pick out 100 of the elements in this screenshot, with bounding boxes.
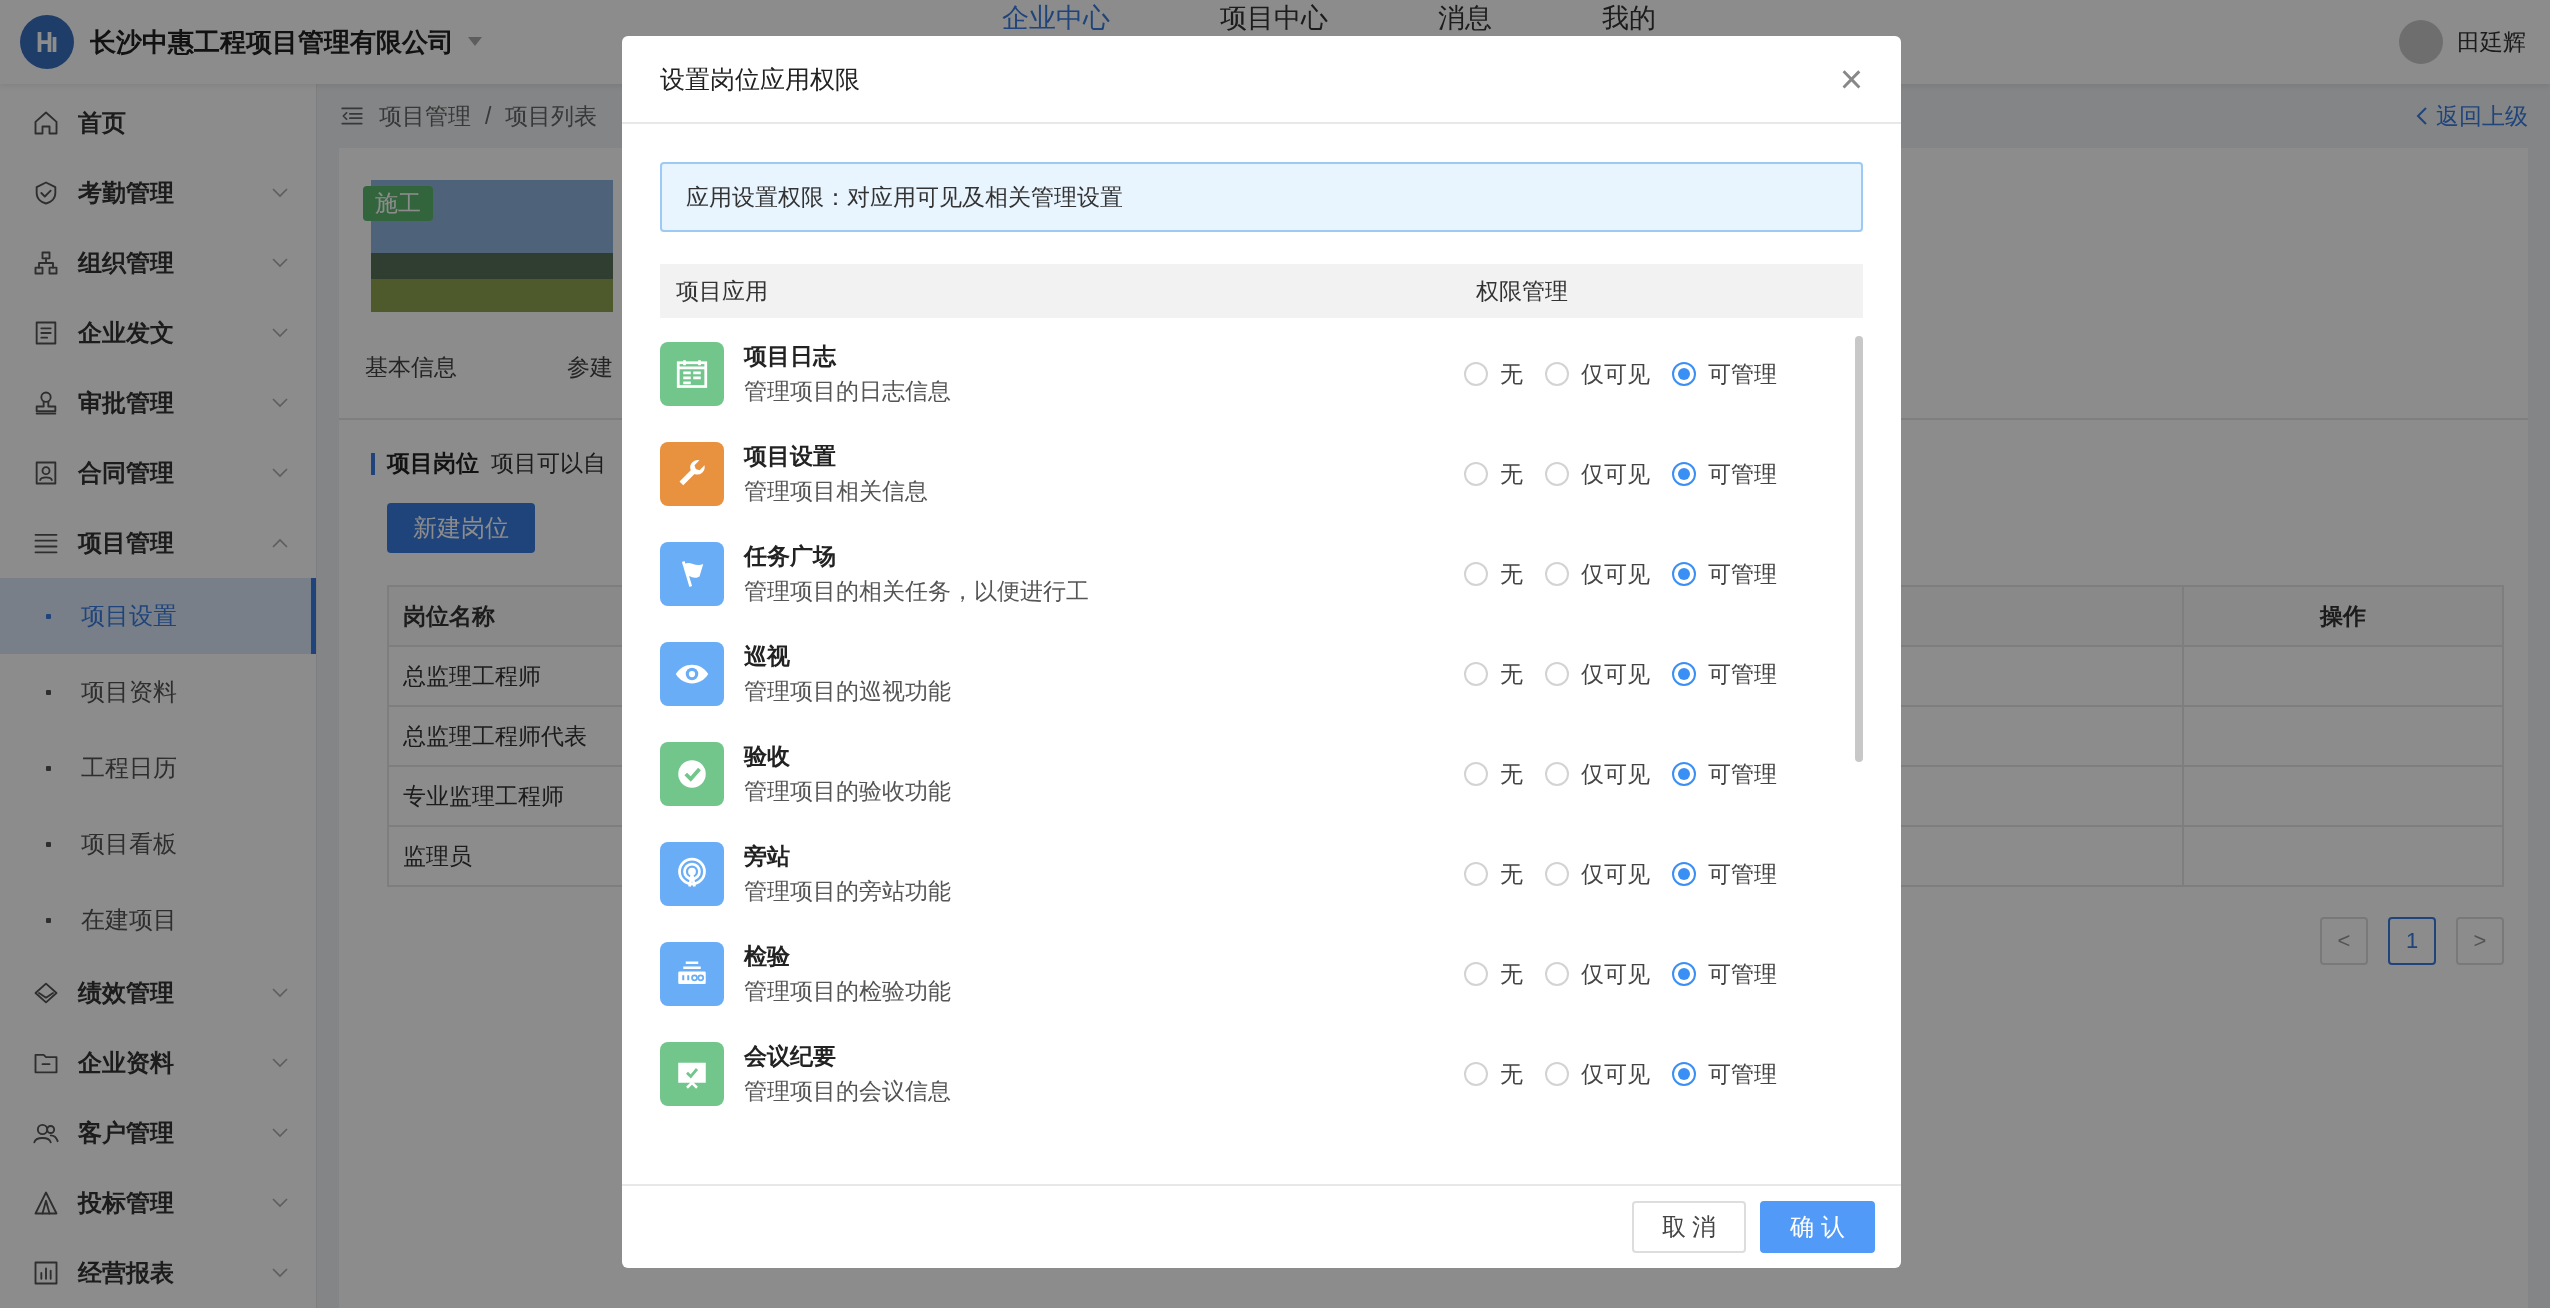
breadcrumb-item[interactable]: 项目列表 xyxy=(505,100,598,132)
radio-option[interactable]: 无 xyxy=(1464,858,1523,890)
radio-icon[interactable] xyxy=(1672,562,1696,586)
radio-icon[interactable] xyxy=(1545,562,1569,586)
home-icon xyxy=(32,109,60,137)
radio-option[interactable]: 仅可见 xyxy=(1545,358,1650,390)
section-title: 项目岗位 xyxy=(387,449,479,478)
sidebar-item[interactable]: 审批管理 xyxy=(0,368,316,438)
info-notice: 应用设置权限：对应用可见及相关管理设置 xyxy=(660,162,1863,232)
sidebar-item[interactable]: 投标管理 xyxy=(0,1168,316,1238)
app-name: 旁站 xyxy=(744,842,791,871)
broadcast-icon xyxy=(678,857,706,888)
radio-icon[interactable] xyxy=(1464,762,1488,786)
bar-chart-icon xyxy=(32,1259,60,1287)
radio-icon[interactable] xyxy=(1672,962,1696,986)
user-avatar[interactable] xyxy=(2399,20,2443,64)
radio-option[interactable]: 可管理 xyxy=(1672,658,1777,690)
sidebar-item[interactable]: 企业发文 xyxy=(0,298,316,368)
sidebar-item[interactable]: 绩效管理 xyxy=(0,958,316,1028)
sidebar-item[interactable]: 客户管理 xyxy=(0,1098,316,1168)
app-name: 检验 xyxy=(744,942,791,971)
radio-option[interactable]: 仅可见 xyxy=(1545,658,1650,690)
breadcrumb-item[interactable]: 项目管理 xyxy=(379,100,471,132)
radio-option[interactable]: 无 xyxy=(1464,658,1523,690)
radio-icon[interactable] xyxy=(1672,362,1696,386)
close-button[interactable]: × xyxy=(1839,59,1863,99)
radio-option[interactable]: 可管理 xyxy=(1672,458,1777,490)
radio-option[interactable]: 无 xyxy=(1464,758,1523,790)
radio-icon[interactable] xyxy=(1672,462,1696,486)
radio-option[interactable]: 可管理 xyxy=(1672,758,1777,790)
radio-icon[interactable] xyxy=(1672,1062,1696,1086)
sidebar-item[interactable]: 考勤管理 xyxy=(0,158,316,228)
nav-tab[interactable]: 我的 xyxy=(1602,3,1656,33)
radio-icon[interactable] xyxy=(1545,962,1569,986)
page-button[interactable]: 1 xyxy=(2388,917,2436,965)
radio-option[interactable]: 仅可见 xyxy=(1545,1058,1650,1090)
radio-option[interactable]: 可管理 xyxy=(1672,558,1777,590)
radio-option[interactable]: 可管理 xyxy=(1672,858,1777,890)
sidebar-item[interactable]: 首页 xyxy=(0,88,316,158)
user-name[interactable]: 田廷辉 xyxy=(2457,26,2526,58)
radio-icon[interactable] xyxy=(1545,362,1569,386)
confirm-button[interactable]: 确 认 xyxy=(1760,1201,1875,1253)
cancel-button[interactable]: 取 消 xyxy=(1631,1201,1747,1253)
new-position-button[interactable]: 新建岗位 xyxy=(387,503,535,553)
radio-option[interactable]: 可管理 xyxy=(1672,958,1777,990)
chevron-down-icon xyxy=(272,988,288,998)
app-description: 管理项目相关信息 xyxy=(744,477,929,506)
radio-icon[interactable] xyxy=(1464,862,1488,886)
radio-icon[interactable] xyxy=(1464,1062,1488,1086)
radio-icon[interactable] xyxy=(1672,662,1696,686)
sidebar-subitem[interactable]: 项目资料 xyxy=(0,654,316,730)
project-tab[interactable]: 基本信息 xyxy=(365,352,457,418)
radio-option[interactable]: 无 xyxy=(1464,958,1523,990)
radio-icon[interactable] xyxy=(1545,662,1569,686)
project-tab[interactable]: 参建 xyxy=(567,352,613,418)
sidebar-subitem[interactable]: 项目看板 xyxy=(0,806,316,882)
radio-option[interactable]: 仅可见 xyxy=(1545,858,1650,890)
chevron-down-icon xyxy=(272,1058,288,1068)
nav-tab[interactable]: 消息 xyxy=(1438,3,1492,33)
sidebar-item[interactable]: 企业资料 xyxy=(0,1028,316,1098)
radio-icon[interactable] xyxy=(1464,362,1488,386)
nav-tab[interactable]: 项目中心 xyxy=(1220,3,1328,33)
nav-tab[interactable]: 企业中心 xyxy=(1002,3,1110,33)
radio-icon[interactable] xyxy=(1464,462,1488,486)
radio-icon[interactable] xyxy=(1464,662,1488,686)
radio-option[interactable]: 仅可见 xyxy=(1545,558,1650,590)
radio-icon[interactable] xyxy=(1464,962,1488,986)
eye-icon xyxy=(675,664,709,684)
chevron-left-icon xyxy=(2416,107,2428,125)
radio-option[interactable]: 仅可见 xyxy=(1545,458,1650,490)
radio-icon[interactable] xyxy=(1672,862,1696,886)
radio-option[interactable]: 可管理 xyxy=(1672,1058,1777,1090)
radio-icon[interactable] xyxy=(1672,762,1696,786)
radio-option[interactable]: 可管理 xyxy=(1672,358,1777,390)
triangle-icon xyxy=(32,1189,60,1217)
breadcrumb-item[interactable]: / xyxy=(485,102,492,130)
status-tag: 施工 xyxy=(363,186,433,221)
table-header-bar: 项目应用 权限管理 xyxy=(660,264,1863,318)
sidebar-item[interactable]: 合同管理 xyxy=(0,438,316,508)
radio-option[interactable]: 无 xyxy=(1464,458,1523,490)
back-link[interactable]: 返回上级 xyxy=(2416,100,2528,132)
sidebar-item[interactable]: 项目管理 xyxy=(0,508,316,578)
radio-icon[interactable] xyxy=(1545,762,1569,786)
radio-icon[interactable] xyxy=(1464,562,1488,586)
app-description: 管理项目的会议信息 xyxy=(744,1077,952,1106)
radio-option[interactable]: 无 xyxy=(1464,558,1523,590)
sidebar-item[interactable]: 经营报表 xyxy=(0,1238,316,1308)
sidebar-subitem[interactable]: 在建项目 xyxy=(0,882,316,958)
sidebar-subitem[interactable]: 工程日历 xyxy=(0,730,316,806)
radio-option[interactable]: 仅可见 xyxy=(1545,958,1650,990)
radio-option[interactable]: 无 xyxy=(1464,358,1523,390)
app-description: 管理项目的日志信息 xyxy=(744,377,952,406)
radio-option[interactable]: 仅可见 xyxy=(1545,758,1650,790)
radio-icon[interactable] xyxy=(1545,862,1569,886)
radio-option[interactable]: 无 xyxy=(1464,1058,1523,1090)
scrollbar-thumb[interactable] xyxy=(1855,336,1863,762)
sidebar-item[interactable]: 组织管理 xyxy=(0,228,316,298)
radio-icon[interactable] xyxy=(1545,1062,1569,1086)
section-description: 项目可以自 xyxy=(491,449,606,478)
radio-icon[interactable] xyxy=(1545,462,1569,486)
